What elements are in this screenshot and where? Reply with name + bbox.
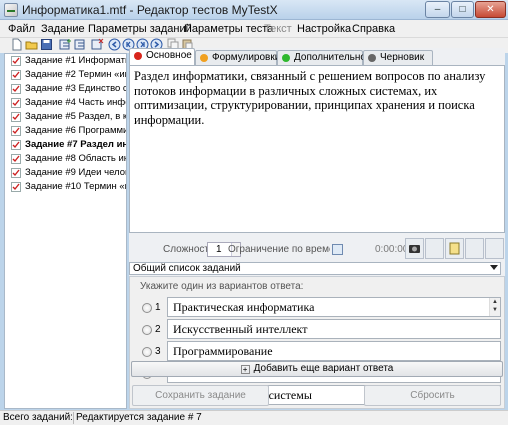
tab-strip: Основное Формулировки Дополнительно Черн… <box>129 48 505 65</box>
tree-item-selected[interactable]: Задание #7 Раздел инф <box>5 138 126 152</box>
check-icon <box>11 126 21 136</box>
tab-main[interactable]: Основное <box>129 48 195 65</box>
status-separator <box>73 412 74 424</box>
tree-item[interactable]: Задание #9 Идеи человече <box>5 166 126 180</box>
check-icon <box>11 168 21 178</box>
task-list-combo[interactable]: Общий список заданий <box>129 262 501 275</box>
green-dot-icon <box>282 54 290 62</box>
status-editing: Редактируется задание # 7 <box>76 412 202 423</box>
save-task-button[interactable]: Сохранить задание <box>132 385 269 406</box>
tree-item[interactable]: Задание #10 Термин «инф <box>5 180 126 194</box>
answer-number: 2 <box>155 324 161 335</box>
note-icon <box>449 242 460 255</box>
time-limit-label: Ограничение по времени <box>228 244 330 255</box>
status-total: Всего заданий: 10 <box>3 412 72 423</box>
check-icon <box>11 140 21 150</box>
insert-task-icon[interactable] <box>74 38 87 51</box>
new-file-icon[interactable] <box>10 38 23 51</box>
check-icon <box>11 70 21 80</box>
red-dot-icon <box>134 52 142 60</box>
tool-button-4[interactable] <box>465 238 484 259</box>
close-button[interactable]: ✕ <box>475 1 506 18</box>
tab-additional[interactable]: Дополнительно <box>277 50 366 65</box>
check-icon <box>11 56 21 66</box>
orange-dot-icon <box>200 54 208 62</box>
plus-icon: + <box>240 365 250 374</box>
tree-item[interactable]: Задание #3 Единство сост <box>5 82 126 96</box>
menu-bar: Файл Задание Параметры заданий Параметры… <box>0 20 508 38</box>
answer-field[interactable]: Искусственный интеллект <box>167 319 501 339</box>
check-icon <box>11 182 21 192</box>
save-icon[interactable] <box>40 38 53 51</box>
gray-dot-icon <box>368 54 376 62</box>
answer-field[interactable]: Практическая информатика ▲ ▼ <box>167 297 501 317</box>
answer-field[interactable]: Программирование <box>167 341 501 361</box>
answers-prompt: Укажите один из вариантов ответа: <box>140 281 304 292</box>
tree-item[interactable]: Задание #8 Область инфор <box>5 152 126 166</box>
tree-item[interactable]: Задание #1 Информатика - <box>5 54 126 68</box>
add-task-icon[interactable] <box>59 38 72 51</box>
tree-item[interactable]: Задание #6 Программиров <box>5 124 126 138</box>
task-options-row: Сложность: 1 Ограничение по времени 0:00… <box>129 238 505 260</box>
open-folder-icon[interactable] <box>25 38 38 51</box>
minimize-button[interactable]: – <box>425 1 450 18</box>
tree-item[interactable]: Задание #5 Раздел, в кото <box>5 110 126 124</box>
tab-formulations[interactable]: Формулировки <box>195 50 280 65</box>
window-title: Информатика1.mtf - Редактор тестов MyTes… <box>22 3 278 17</box>
tree-item[interactable]: Задание #2 Термин «инфо <box>5 68 126 82</box>
task-tree[interactable]: Задание #1 Информатика - Задание #2 Терм… <box>4 53 127 409</box>
reset-button[interactable]: Сбросить <box>364 385 501 406</box>
answer-radio-3[interactable] <box>142 347 152 357</box>
maximize-button[interactable]: □ <box>451 1 474 18</box>
answer-radio-2[interactable] <box>142 325 152 335</box>
add-answer-button[interactable]: + Добавить еще вариант ответа <box>131 361 503 377</box>
answer-number: 3 <box>155 346 161 357</box>
note-button[interactable] <box>445 238 464 259</box>
menu-help[interactable]: Справка <box>352 23 395 35</box>
camera-button[interactable] <box>405 238 424 259</box>
check-icon <box>11 98 21 108</box>
menu-text[interactable]: Текст <box>264 23 292 35</box>
time-field[interactable]: 0:00:00 <box>341 242 408 257</box>
task-editor-panel: Основное Формулировки Дополнительно Черн… <box>129 48 505 409</box>
check-icon <box>11 112 21 122</box>
menu-file[interactable]: Файл <box>8 23 35 35</box>
tool-button-2[interactable] <box>425 238 444 259</box>
answer-radio-1[interactable] <box>142 303 152 313</box>
check-icon <box>11 84 21 94</box>
check-icon <box>11 154 21 164</box>
menu-task-params[interactable]: Параметры заданий <box>88 23 192 35</box>
question-text-editor[interactable]: Раздел информатики, связанный с решением… <box>129 65 505 233</box>
app-icon <box>4 3 18 17</box>
scroll-arrows-icon[interactable]: ▲ ▼ <box>489 298 500 316</box>
tool-button-5[interactable] <box>485 238 504 259</box>
tree-item[interactable]: Задание #4 Часть информ <box>5 96 126 110</box>
tab-draft[interactable]: Черновик <box>363 50 433 65</box>
status-bar: Всего заданий: 10 Редактируется задание … <box>0 410 508 425</box>
menu-test-params[interactable]: Параметры теста <box>184 23 273 35</box>
dropdown-arrow-icon <box>490 265 498 270</box>
menu-settings[interactable]: Настройка <box>297 23 351 35</box>
menu-task[interactable]: Задание <box>41 23 85 35</box>
first-icon[interactable] <box>108 38 121 51</box>
delete-task-icon[interactable] <box>91 38 104 51</box>
title-bar: Информатика1.mtf - Редактор тестов MyTes… <box>0 0 508 20</box>
answer-number: 1 <box>155 302 161 313</box>
camera-icon <box>409 245 420 253</box>
